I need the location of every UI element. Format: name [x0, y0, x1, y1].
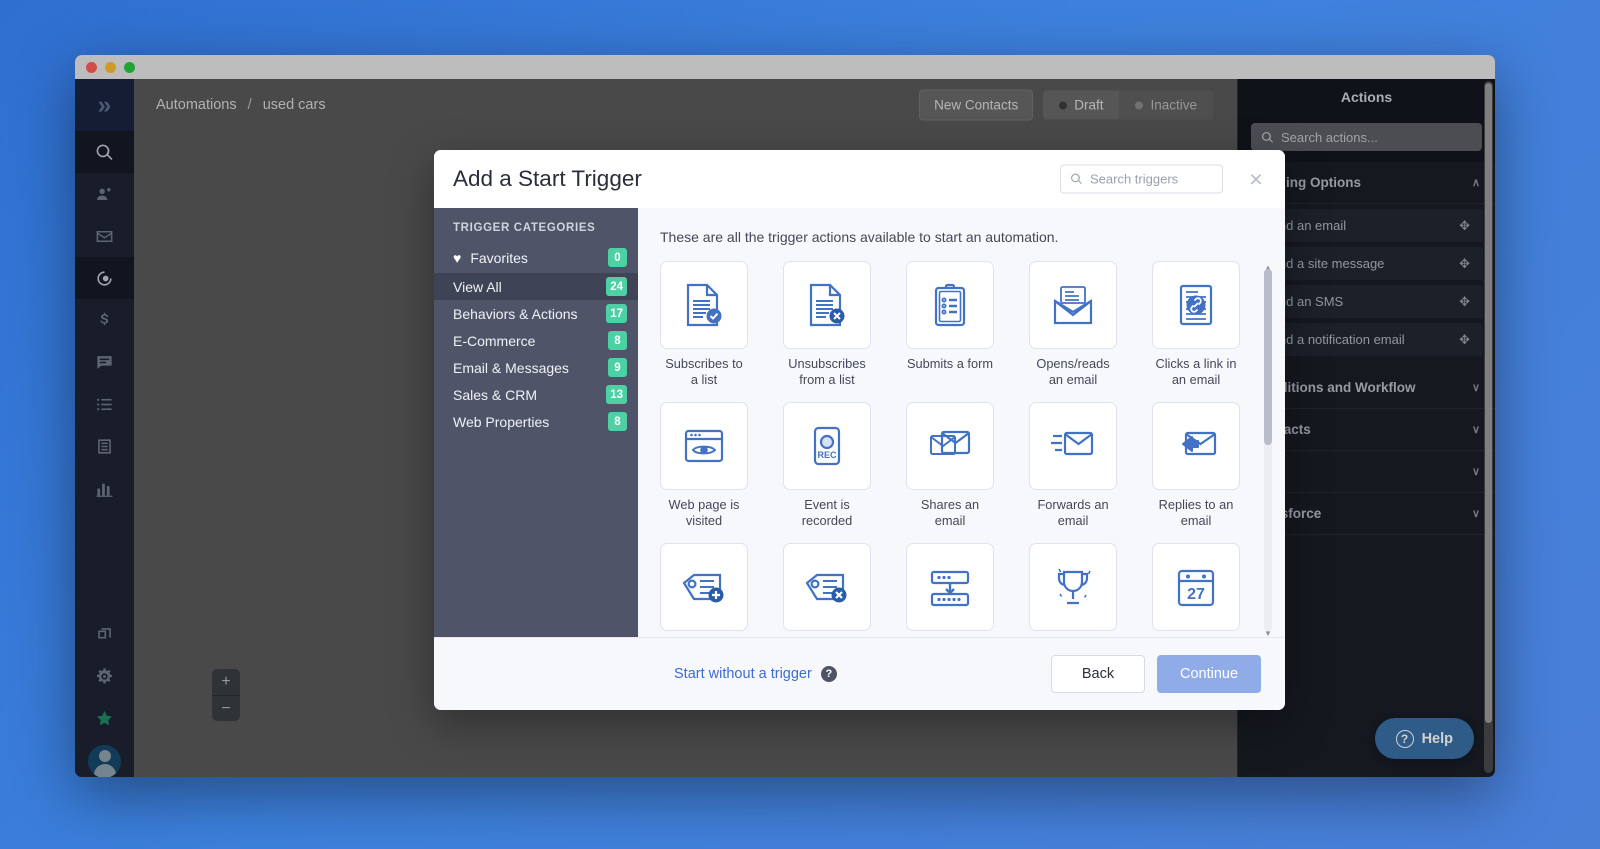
help-icon[interactable]: ? — [820, 666, 837, 682]
category-sales-and-crm[interactable]: Sales & CRM 13 — [434, 381, 638, 408]
trigger-card-shares-an-email[interactable]: Shares an email — [906, 401, 994, 530]
modal-footer: Start without a trigger ? Back Continue — [434, 637, 1285, 710]
start-without-a-trigger-link[interactable]: Start without a trigger — [674, 666, 812, 682]
trigger-card-goal-achieved[interactable] — [1029, 542, 1117, 638]
trigger-card-unsubscribes-from-a-list[interactable]: Unsubscribes from a list — [783, 261, 871, 389]
back-button[interactable]: Back — [1051, 655, 1145, 693]
category-label: Behaviors & Actions — [453, 305, 578, 322]
trigger-card-label: Event is recorded — [801, 496, 853, 529]
browser-eye-icon — [660, 401, 748, 490]
trigger-card-replies-to-an-email[interactable]: Replies to an email — [1152, 401, 1240, 530]
tag-plus-icon — [660, 542, 748, 631]
doc-check-icon — [660, 261, 748, 349]
trigger-card-subscribes-to-a-list[interactable]: Subscribes to a list — [660, 261, 748, 389]
trigger-card-web-page-is-visited[interactable]: Web page is visited — [660, 401, 748, 530]
category-count-badge: 8 — [608, 412, 627, 431]
trigger-card-label: Opens/reads an email — [1036, 356, 1110, 388]
category-label: Sales & CRM — [453, 386, 538, 403]
share-envelope-icon — [906, 401, 994, 490]
trigger-card-tag-removed[interactable] — [783, 542, 871, 638]
trigger-card-field-changes[interactable] — [906, 542, 994, 638]
trigger-card-label: Replies to an email — [1158, 496, 1234, 529]
svg-text:REC: REC — [817, 450, 837, 460]
trigger-categories-heading: TRIGGER CATEGORIES — [453, 222, 596, 234]
category-label: Web Properties — [453, 413, 550, 430]
trigger-card-label: Web page is visited — [668, 496, 740, 529]
trigger-categories-sidebar: TRIGGER CATEGORIES ♥ Favorites 0 View Al… — [434, 208, 638, 637]
category-label: E-Commerce — [453, 332, 536, 349]
clipboard-icon — [906, 261, 994, 349]
start-without-trigger-group: Start without a trigger ? — [674, 666, 837, 682]
tag-x-icon — [783, 542, 871, 631]
category-view-all[interactable]: View All 24 — [434, 273, 638, 300]
browser-window: » Automations / used cars New Contacts D… — [75, 55, 1495, 777]
trigger-card-event-is-recorded[interactable]: REC Event is recorded — [783, 401, 871, 530]
footer-buttons: Back Continue — [1051, 655, 1261, 693]
trigger-card-tag-added[interactable] — [660, 542, 748, 638]
trigger-grid: Subscribes to a list Unsubscribes from a… — [660, 261, 1255, 637]
trigger-grid-scrollbar[interactable]: ▲ ▼ — [1264, 263, 1272, 637]
modal-description: These are all the trigger actions availa… — [660, 229, 1059, 245]
trigger-card-clicks-a-link-in-an-email[interactable]: Clicks a link in an email — [1152, 261, 1240, 389]
category-label: Favorites — [470, 249, 528, 266]
trigger-card-label: Forwards an email — [1037, 496, 1109, 529]
trigger-card-opens-reads-an-email[interactable]: Opens/reads an email — [1029, 261, 1117, 389]
category-count-badge: 24 — [606, 277, 627, 296]
search-triggers-input[interactable]: Search triggers — [1060, 164, 1223, 194]
open-envelope-icon — [1029, 261, 1117, 349]
category-e-commerce[interactable]: E-Commerce 8 — [434, 327, 638, 354]
trigger-card-label: Shares an email — [920, 496, 980, 529]
field-import-icon — [906, 542, 994, 631]
category-email-and-messages[interactable]: Email & Messages 9 — [434, 354, 638, 381]
trigger-card-date-based[interactable]: 27 — [1152, 542, 1240, 638]
doc-x-icon — [783, 261, 871, 349]
trigger-card-label: Clicks a link in an email — [1155, 356, 1237, 388]
search-icon — [1071, 173, 1082, 185]
category-count-badge: 8 — [608, 331, 627, 350]
category-count-badge: 9 — [608, 358, 627, 377]
heart-icon: ♥ — [453, 249, 462, 266]
trophy-icon — [1029, 542, 1117, 631]
modal-header: Add a Start Trigger Search triggers × — [434, 150, 1285, 208]
category-count-badge: 13 — [606, 385, 627, 404]
category-label: Email & Messages — [453, 359, 569, 376]
trigger-card-label: Submits a form — [906, 356, 994, 371]
trigger-list-pane: These are all the trigger actions availa… — [638, 208, 1285, 637]
scroll-down-arrow-icon[interactable]: ▼ — [1264, 628, 1272, 638]
scrollbar-thumb[interactable] — [1264, 269, 1272, 445]
trigger-card-forwards-an-email[interactable]: Forwards an email — [1029, 401, 1117, 530]
trigger-card-submits-a-form[interactable]: Submits a form — [906, 261, 994, 389]
reply-envelope-icon — [1152, 401, 1240, 490]
modal-title: Add a Start Trigger — [453, 166, 642, 191]
category-count-badge: 0 — [608, 248, 627, 267]
calendar-27-icon: 27 — [1152, 542, 1240, 631]
category-web-properties[interactable]: Web Properties 8 — [434, 408, 638, 435]
trigger-card-label: Unsubscribes from a list — [788, 356, 866, 388]
trigger-card-label: Subscribes to a list — [665, 356, 743, 388]
add-start-trigger-modal: Add a Start Trigger Search triggers × TR… — [434, 150, 1285, 710]
forward-envelope-icon — [1029, 401, 1117, 490]
category-count-badge: 17 — [606, 304, 627, 323]
search-triggers-placeholder: Search triggers — [1090, 171, 1179, 187]
category-behaviors-and-actions[interactable]: Behaviors & Actions 17 — [434, 300, 638, 327]
svg-text:27: 27 — [1187, 586, 1205, 603]
doc-link-icon — [1152, 261, 1240, 349]
rec-icon: REC — [783, 401, 871, 490]
close-icon[interactable]: × — [1245, 167, 1267, 190]
continue-button[interactable]: Continue — [1157, 655, 1261, 693]
trigger-grid-scroll-area: Subscribes to a list Unsubscribes from a… — [638, 261, 1285, 637]
category-favorites[interactable]: ♥ Favorites 0 — [434, 244, 638, 271]
modal-body: TRIGGER CATEGORIES ♥ Favorites 0 View Al… — [434, 208, 1285, 637]
category-label: View All — [453, 278, 502, 295]
